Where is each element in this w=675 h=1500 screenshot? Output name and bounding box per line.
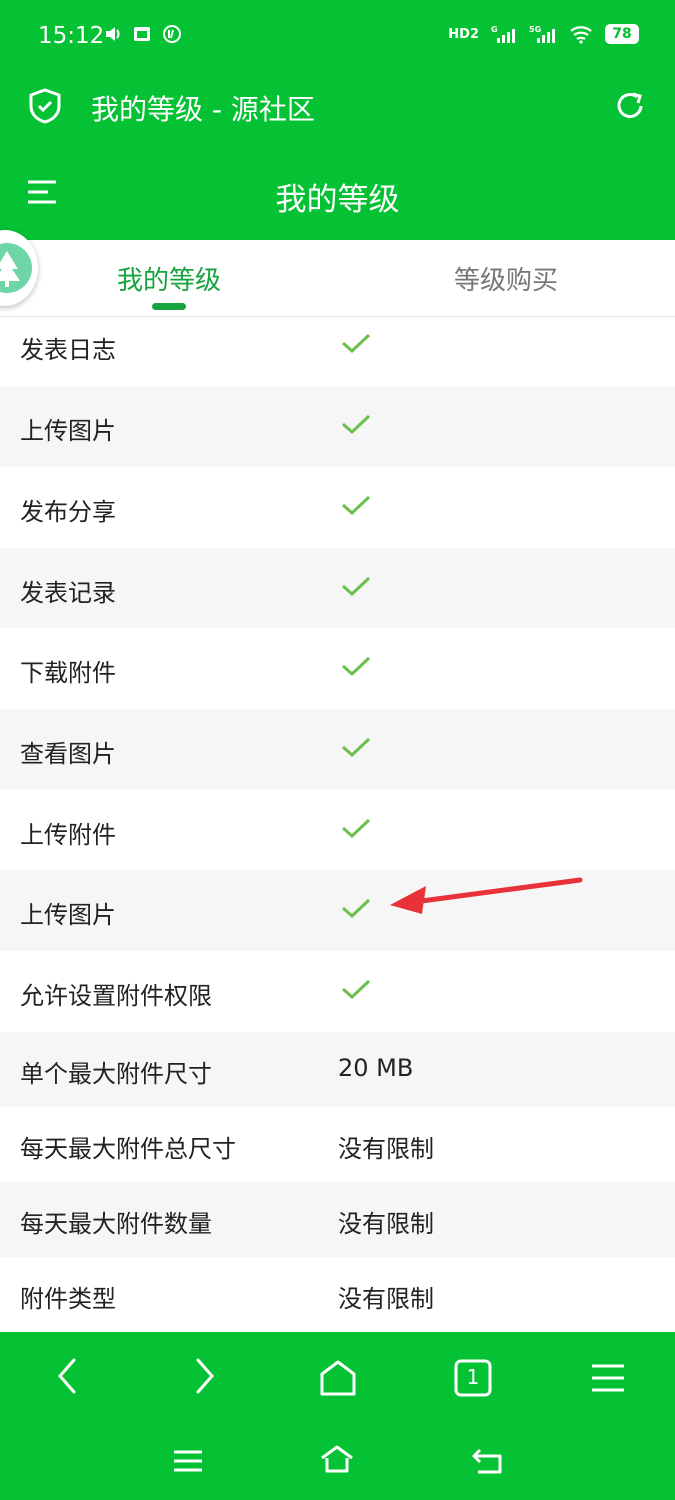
list-item: 上传附件 xyxy=(0,790,675,870)
shield-icon[interactable] xyxy=(28,88,62,124)
row-label: 允许设置附件权限 xyxy=(20,982,212,1010)
check-icon xyxy=(342,737,371,758)
signal-5g-icon: 5G xyxy=(529,25,555,43)
bottom-navigation: 1 xyxy=(0,1332,675,1500)
menu-icon[interactable] xyxy=(588,1360,628,1400)
list-item: 每天最大附件总尺寸 没有限制 xyxy=(0,1107,675,1182)
signal-icon: G xyxy=(491,25,515,43)
data-saver-icon xyxy=(163,25,181,43)
list-item: 上传图片 xyxy=(0,386,675,467)
hd-tag: HD2 xyxy=(448,26,479,42)
row-label: 上传图片 xyxy=(20,417,116,445)
back-icon[interactable] xyxy=(48,1356,88,1396)
home-icon[interactable] xyxy=(318,1358,358,1398)
annotation-arrow xyxy=(390,877,583,914)
row-label: 单个最大附件尺寸 xyxy=(20,1060,212,1088)
row-label: 下载附件 xyxy=(20,659,116,687)
row-label: 附件类型 xyxy=(20,1285,116,1313)
tab-my-level[interactable]: 我的等级 xyxy=(69,260,269,297)
check-icon xyxy=(342,576,371,597)
tab-count: 1 xyxy=(466,1365,480,1389)
row-label: 查看图片 xyxy=(20,740,116,768)
status-time: 15:12 xyxy=(38,23,105,49)
tab-active-indicator xyxy=(152,303,186,310)
tab-bar: 我的等级 等级购买 xyxy=(0,240,675,317)
row-label: 上传图片 xyxy=(20,901,116,929)
list-item: 下载附件 xyxy=(0,628,675,709)
row-label: 发表日志 xyxy=(20,336,116,364)
row-label: 每天最大附件数量 xyxy=(20,1210,212,1238)
check-icon xyxy=(342,818,371,839)
check-icon xyxy=(342,495,371,516)
forward-icon[interactable] xyxy=(184,1356,224,1396)
wifi-icon xyxy=(570,26,592,44)
row-label: 发布分享 xyxy=(20,498,116,526)
system-home-icon[interactable] xyxy=(319,1444,355,1474)
row-label: 上传附件 xyxy=(20,821,116,849)
page-header: 我的等级 xyxy=(0,144,675,240)
svg-text:5G: 5G xyxy=(529,25,541,34)
battery-indicator: 78 xyxy=(605,24,639,44)
row-value: 没有限制 xyxy=(338,1135,434,1163)
status-icons-left xyxy=(104,24,182,44)
list-item: 允许设置附件权限 xyxy=(0,951,675,1032)
sound-icon xyxy=(106,27,120,41)
browser-title-bar: 我的等级 - 源社区 xyxy=(0,72,675,144)
tabs-button[interactable]: 1 xyxy=(453,1358,493,1398)
browser-title: 我的等级 - 源社区 xyxy=(91,93,315,126)
check-icon xyxy=(342,656,371,677)
row-label: 发表记录 xyxy=(20,579,116,607)
row-value: 没有限制 xyxy=(338,1210,434,1238)
svg-text:G: G xyxy=(491,25,498,34)
check-icon xyxy=(342,414,371,435)
system-back-icon[interactable] xyxy=(470,1446,506,1476)
system-recents-icon[interactable] xyxy=(170,1446,206,1476)
list-item: 发表日志 xyxy=(0,318,675,386)
check-icon xyxy=(342,898,371,919)
page-title: 我的等级 xyxy=(275,182,400,218)
status-bar: 15:12 HD2 G 5G 78 xyxy=(0,0,675,72)
status-icons-right: HD2 G 5G 78 xyxy=(448,24,639,44)
tree-icon xyxy=(0,243,32,293)
list-item: 查看图片 xyxy=(0,709,675,790)
check-icon xyxy=(342,333,371,354)
list-item: 发表记录 xyxy=(0,548,675,628)
list-item: 附件类型 没有限制 xyxy=(0,1257,675,1332)
list-item: 发布分享 xyxy=(0,467,675,548)
row-value: 20 MB xyxy=(338,1054,414,1082)
check-icon xyxy=(342,979,371,1000)
row-value: 没有限制 xyxy=(338,1285,434,1313)
permission-list: 发表日志 上传图片 发布分享 发表记录 下载附件 查看图片 上传附件 上传图片 … xyxy=(0,318,675,1332)
list-item: 每天最大附件数量 没有限制 xyxy=(0,1182,675,1257)
refresh-icon[interactable] xyxy=(613,88,647,124)
list-item: 单个最大附件尺寸 20 MB xyxy=(0,1032,675,1107)
row-label: 每天最大附件总尺寸 xyxy=(20,1135,236,1163)
app-notification-icon xyxy=(134,27,150,41)
tab-level-purchase[interactable]: 等级购买 xyxy=(406,260,606,297)
